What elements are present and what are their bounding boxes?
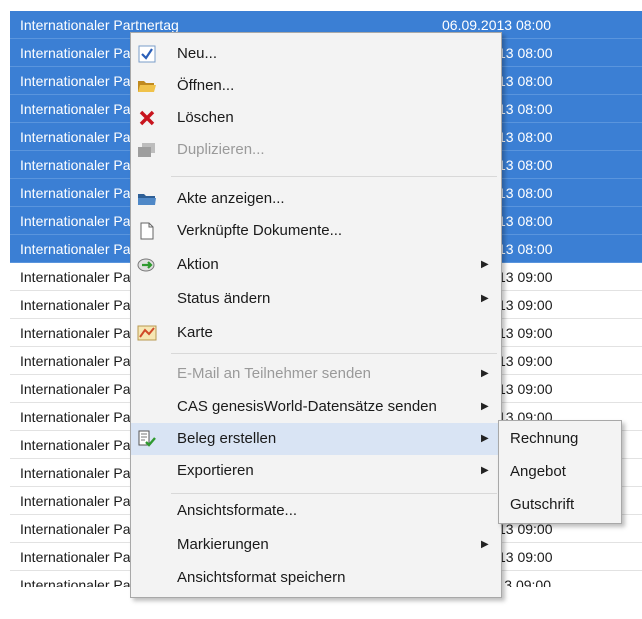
submenu-item-invoice[interactable]: Rechnung xyxy=(499,422,621,456)
row-date: 13 08:00 xyxy=(498,101,553,117)
menu-item-label: Aktion xyxy=(177,256,219,273)
row-date: 13 09:00 xyxy=(498,549,553,565)
menu-item-label: E-Mail an Teilnehmer senden xyxy=(177,365,371,382)
menu-item-label: CAS genesisWorld-Datensätze senden xyxy=(177,398,437,415)
row-date: 13 08:00 xyxy=(498,73,553,89)
menu-item-label: Markierungen xyxy=(177,536,269,553)
menu-item-label: Ansichtsformat speichern xyxy=(177,569,346,586)
menu-item-map[interactable]: Karte xyxy=(131,317,501,349)
menu-item-send-records[interactable]: CAS genesisWorld-Datensätze senden ▶ xyxy=(131,391,501,423)
folder-icon xyxy=(137,190,157,208)
menu-item-show-file[interactable]: Akte anzeigen... xyxy=(131,183,501,215)
submenu-arrow-icon: ▶ xyxy=(481,433,489,444)
menu-item-save-view-format[interactable]: Ansichtsformat speichern xyxy=(131,562,501,594)
folder-open-icon xyxy=(137,77,157,95)
submenu-item-label: Angebot xyxy=(510,463,566,480)
menu-item-new[interactable]: Neu... xyxy=(131,38,501,70)
menu-item-change-status[interactable]: Status ändern ▶ xyxy=(131,283,501,315)
submenu-item-credit-note[interactable]: Gutschrift xyxy=(499,488,621,522)
menu-item-open[interactable]: Öffnen... xyxy=(131,70,501,102)
menu-item-label: Karte xyxy=(177,324,213,341)
action-arrow-icon xyxy=(137,256,157,274)
menu-item-label: Akte anzeigen... xyxy=(177,190,285,207)
create-receipt-submenu: Rechnung Angebot Gutschrift xyxy=(498,420,622,524)
row-date: 13 08:00 xyxy=(498,213,553,229)
menu-item-label: Duplizieren... xyxy=(177,141,265,158)
row-date: 13 09:00 xyxy=(498,325,553,341)
document-icon xyxy=(137,222,157,240)
menu-item-action[interactable]: Aktion ▶ xyxy=(131,249,501,281)
checkmark-icon xyxy=(137,45,157,63)
row-date: 13 08:00 xyxy=(498,241,553,257)
menu-item-label: Öffnen... xyxy=(177,77,235,94)
menu-item-label: Status ändern xyxy=(177,290,271,307)
row-date: 13 09:00 xyxy=(498,297,553,313)
menu-item-label: Neu... xyxy=(177,45,218,62)
menu-item-export[interactable]: Exportieren ▶ xyxy=(131,455,501,487)
submenu-arrow-icon: ▶ xyxy=(481,259,489,270)
context-menu: Neu... Öffnen... Löschen Duplizieren... … xyxy=(130,32,502,598)
menu-item-linked-documents[interactable]: Verknüpfte Dokumente... xyxy=(131,215,501,247)
menu-item-view-formats[interactable]: Ansichtsformate... xyxy=(131,495,501,527)
row-date: 13 09:00 xyxy=(498,353,553,369)
menu-item-label: Beleg erstellen xyxy=(177,430,277,447)
submenu-arrow-icon: ▶ xyxy=(481,539,489,550)
delete-x-icon xyxy=(137,109,157,127)
menu-item-duplicate: Duplizieren... xyxy=(131,134,501,166)
menu-item-label: Verknüpfte Dokumente... xyxy=(177,222,343,239)
submenu-arrow-icon: ▶ xyxy=(481,465,489,476)
submenu-item-label: Rechnung xyxy=(510,430,579,447)
menu-item-label: Ansichtsformate... xyxy=(177,502,298,519)
map-icon xyxy=(137,324,157,342)
row-date: 13 08:00 xyxy=(498,157,553,173)
submenu-arrow-icon: ▶ xyxy=(481,293,489,304)
duplicate-icon xyxy=(137,141,157,159)
menu-divider xyxy=(171,353,497,354)
menu-divider xyxy=(171,176,497,177)
row-date: 13 08:00 xyxy=(498,129,553,145)
submenu-arrow-icon: ▶ xyxy=(481,401,489,412)
menu-item-create-receipt[interactable]: Beleg erstellen ▶ xyxy=(131,423,501,455)
row-date: 13 09:00 xyxy=(498,381,553,397)
submenu-item-label: Gutschrift xyxy=(510,496,575,513)
row-date: 13 09:00 xyxy=(498,269,553,285)
menu-item-delete[interactable]: Löschen xyxy=(131,102,501,134)
menu-item-label: Löschen xyxy=(177,109,234,126)
row-date: 13 08:00 xyxy=(498,45,553,61)
submenu-arrow-icon: ▶ xyxy=(481,368,489,379)
menu-item-markings[interactable]: Markierungen ▶ xyxy=(131,529,501,561)
row-date: 13 08:00 xyxy=(498,185,553,201)
menu-item-label: Exportieren xyxy=(177,462,254,479)
menu-divider xyxy=(171,493,497,494)
submenu-item-offer[interactable]: Angebot xyxy=(499,455,621,489)
menu-item-email-participants: E-Mail an Teilnehmer senden ▶ xyxy=(131,358,501,390)
receipt-check-icon xyxy=(137,430,157,448)
